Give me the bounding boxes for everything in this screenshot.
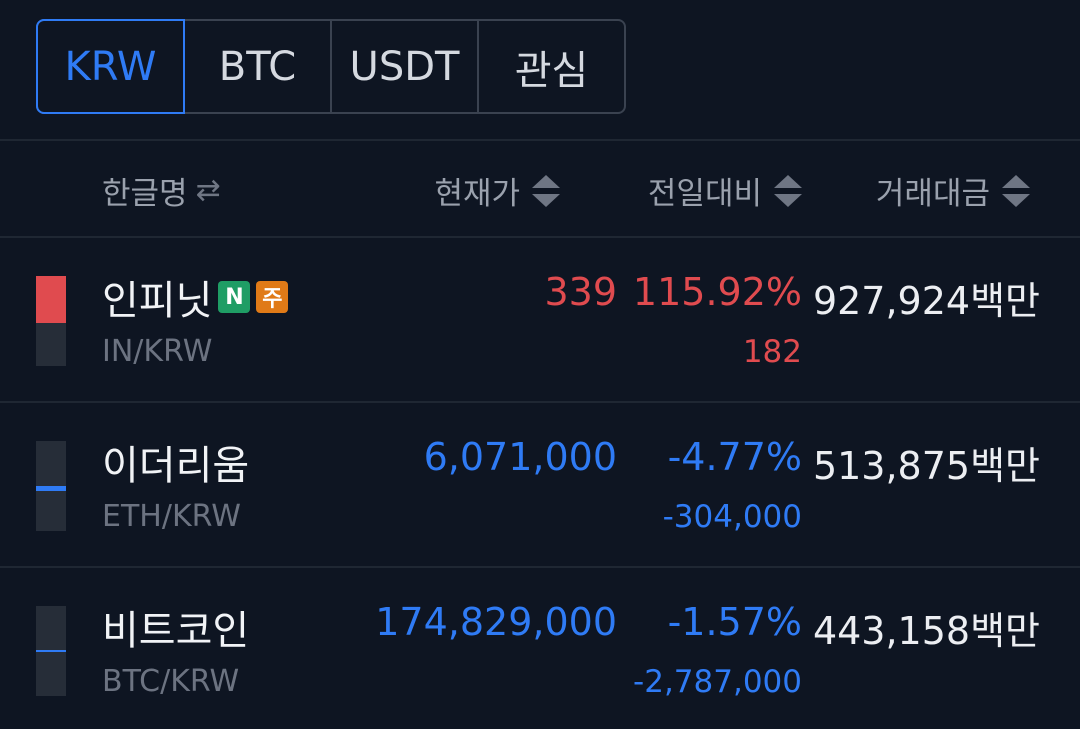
header-volume-label: 거래대금: [875, 176, 990, 212]
table-header: 한글명 ⇄ 현재가 전일대비 거래대금: [0, 140, 1080, 236]
change-amount: -304,000: [662, 499, 802, 535]
coin-name: 비트코인: [102, 608, 250, 654]
header-name[interactable]: 한글명 ⇄: [102, 168, 221, 213]
change-rate: -4.77%: [667, 435, 802, 479]
table-row[interactable]: 인피닛 N 주 IN/KRW 339 115.92% 182 927,924백만: [0, 238, 1080, 402]
header-change[interactable]: 전일대비: [648, 168, 802, 213]
change-amount: -2,787,000: [633, 664, 802, 700]
table-row[interactable]: 비트코인 BTC/KRW 174,829,000 -1.57% -2,787,0…: [0, 568, 1080, 729]
sort-icon: [774, 174, 802, 207]
tab-favorites[interactable]: 관심: [479, 21, 624, 112]
tab-usdt[interactable]: USDT: [332, 21, 479, 112]
change-amount: 182: [742, 334, 802, 370]
current-price: 6,071,000: [423, 435, 617, 479]
coin-symbol: BTC/KRW: [102, 664, 240, 699]
header-change-label: 전일대비: [647, 176, 762, 212]
header-name-label: 한글명: [102, 176, 188, 212]
header-price-label: 현재가: [434, 176, 520, 212]
change-rate: 115.92%: [632, 270, 802, 314]
header-price[interactable]: 현재가: [434, 168, 560, 213]
swap-icon: ⇄: [195, 173, 221, 208]
coin-name: 이더리움: [102, 443, 250, 489]
trade-volume: 443,158백만: [812, 609, 1040, 653]
sort-icon: [1002, 174, 1030, 207]
tab-krw[interactable]: KRW: [36, 19, 185, 114]
coin-name: 인피닛: [102, 278, 213, 324]
table-row[interactable]: 이더리움 ETH/KRW 6,071,000 -4.77% -304,000 5…: [0, 403, 1080, 567]
mini-candle-icon: [36, 441, 66, 531]
coin-symbol: ETH/KRW: [102, 499, 241, 534]
coin-symbol: IN/KRW: [102, 334, 213, 369]
header-volume[interactable]: 거래대금: [876, 168, 1030, 213]
tab-btc[interactable]: BTC: [185, 21, 332, 112]
current-price: 339: [544, 270, 617, 314]
current-price: 174,829,000: [375, 600, 617, 644]
new-badge: N: [218, 281, 251, 313]
mini-candle-icon: [36, 606, 66, 696]
warning-badge: 주: [256, 281, 289, 313]
coin-name-row: 인피닛 N 주: [102, 268, 289, 326]
change-rate: -1.57%: [667, 600, 802, 644]
coin-name-row: 이더리움: [102, 433, 249, 491]
trade-volume: 513,875백만: [812, 444, 1040, 488]
coin-name-row: 비트코인: [102, 598, 249, 656]
mini-candle-icon: [36, 276, 66, 366]
trade-volume: 927,924백만: [812, 279, 1040, 323]
market-tabs: KRW BTC USDT 관심: [36, 19, 626, 114]
sort-icon: [532, 174, 560, 207]
